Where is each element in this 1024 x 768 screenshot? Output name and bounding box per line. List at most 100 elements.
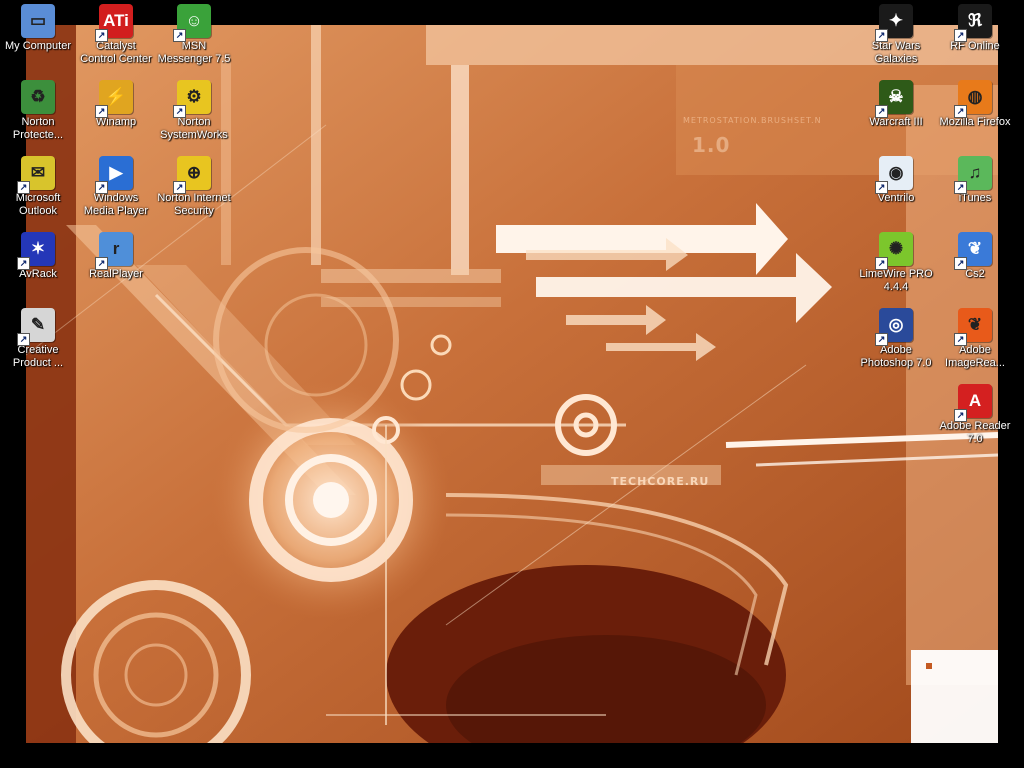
icon-label: Winamp: [95, 116, 137, 128]
norton-security-icon-glyph: ⊕: [186, 163, 202, 182]
adobe-reader-icon: A ↗: [954, 384, 992, 422]
shortcut-arrow-icon: ↗: [875, 257, 888, 270]
limewire-icon: ✺ ↗: [875, 232, 913, 270]
realplayer-icon: r ↗: [95, 232, 133, 270]
shortcut-arrow-icon: ↗: [954, 29, 967, 42]
media-player-icon-glyph: ▶: [109, 163, 123, 182]
icon-label: Star Wars Galaxies: [871, 40, 921, 65]
photoshop-icon-glyph: ◎: [888, 315, 904, 334]
icon-avrack[interactable]: ✶ ↗ AvRack: [0, 230, 76, 281]
recycle-bin-icon-glyph: ♻: [30, 87, 46, 106]
itunes-icon-glyph: ♫: [968, 163, 982, 182]
imageready-icon-glyph: ❦: [967, 315, 983, 334]
shortcut-arrow-icon: ↗: [954, 181, 967, 194]
rf-online-icon-glyph: ℜ: [968, 11, 982, 30]
icon-label: Mozilla Firefox: [939, 116, 1011, 128]
icon-catalyst[interactable]: ATi ↗ Catalyst Control Center: [78, 2, 154, 66]
wallpaper-brand-text: TECHCORE.RU: [611, 475, 710, 488]
adobe-reader-icon-glyph: A: [968, 391, 982, 410]
norton-systemworks-icon-glyph: ⚙: [186, 87, 202, 106]
icon-norton-protected[interactable]: ♻ Norton Protecte...: [0, 78, 76, 142]
creative-icon: ✎ ↗: [17, 308, 55, 346]
ati-icon-glyph: ATi: [103, 11, 129, 30]
icon-limewire[interactable]: ✺ ↗ LimeWire PRO 4.4.4: [858, 230, 934, 294]
warcraft-icon-glyph: ☠: [888, 87, 904, 106]
media-player-icon: ▶ ↗: [95, 156, 133, 194]
icon-my-computer[interactable]: ▭ My Computer: [0, 2, 76, 53]
icon-winamp[interactable]: ⚡ ↗ Winamp: [78, 78, 154, 129]
star-wars-icon: ✦ ↗: [875, 4, 913, 42]
shortcut-arrow-icon: ↗: [95, 257, 108, 270]
icon-label: Norton Protecte...: [12, 116, 64, 141]
wallpaper-top-text: METROSTATION.BRUSHSET.N: [683, 116, 822, 125]
realplayer-icon-glyph: r: [112, 239, 120, 258]
icon-label: Windows Media Player: [83, 192, 149, 217]
shortcut-arrow-icon: ↗: [875, 29, 888, 42]
icon-warcraft[interactable]: ☠ ↗ Warcraft III: [858, 78, 934, 129]
outlook-icon: ✉ ↗: [17, 156, 55, 194]
icon-star-wars-galaxies[interactable]: ✦ ↗ Star Wars Galaxies: [858, 2, 934, 66]
msn-icon-glyph: ☺: [185, 11, 203, 30]
shortcut-arrow-icon: ↗: [173, 29, 186, 42]
imageready-icon: ❦ ↗: [954, 308, 992, 346]
icon-ventrilo[interactable]: ◉ ↗ Ventrilo: [858, 154, 934, 205]
icon-norton-systemworks[interactable]: ⚙ ↗ Norton SystemWorks: [156, 78, 232, 142]
avrack-icon: ✶ ↗: [17, 232, 55, 270]
icon-realplayer[interactable]: r ↗ RealPlayer: [78, 230, 154, 281]
shortcut-arrow-icon: ↗: [95, 105, 108, 118]
warcraft-icon: ☠ ↗: [875, 80, 913, 118]
icon-mozilla-firefox[interactable]: ◍ ↗ Mozilla Firefox: [937, 78, 1013, 129]
star-wars-icon-glyph: ✦: [888, 11, 904, 30]
firefox-icon-glyph: ◍: [967, 87, 983, 106]
icon-norton-internet-security[interactable]: ⊕ ↗ Norton Internet Security: [156, 154, 232, 218]
itunes-icon: ♫ ↗: [954, 156, 992, 194]
icon-adobe-photoshop[interactable]: ◎ ↗ Adobe Photoshop 7.0: [858, 306, 934, 370]
icon-rf-online[interactable]: ℜ ↗ RF Online: [937, 2, 1013, 53]
icon-label: Creative Product ...: [12, 344, 64, 369]
icon-adobe-imageready[interactable]: ❦ ↗ Adobe ImageRea...: [937, 306, 1013, 370]
rf-online-icon: ℜ ↗: [954, 4, 992, 42]
icon-label: iTunes: [958, 192, 992, 204]
icon-label: Catalyst Control Center: [80, 40, 152, 65]
avrack-icon-glyph: ✶: [30, 239, 46, 258]
shortcut-arrow-icon: ↗: [17, 181, 30, 194]
icon-creative-product[interactable]: ✎ ↗ Creative Product ...: [0, 306, 76, 370]
wallpaper-version-text: 1.0: [692, 133, 731, 157]
shortcut-arrow-icon: ↗: [173, 181, 186, 194]
icon-label: Norton Internet Security: [157, 192, 231, 217]
icon-windows-media-player[interactable]: ▶ ↗ Windows Media Player: [78, 154, 154, 218]
icon-msn[interactable]: ☺ ↗ MSN Messenger 7.5: [156, 2, 232, 66]
shortcut-arrow-icon: ↗: [95, 29, 108, 42]
icon-cs2[interactable]: ❦ ↗ Cs2: [937, 230, 1013, 281]
msn-icon: ☺ ↗: [173, 4, 211, 42]
outlook-icon-glyph: ✉: [30, 163, 46, 182]
icon-label: Ventrilo: [877, 192, 915, 204]
computer-icon-glyph: ▭: [29, 11, 47, 30]
creative-icon-glyph: ✎: [30, 315, 46, 334]
recycle-bin-icon: ♻: [21, 80, 55, 114]
shortcut-arrow-icon: ↗: [954, 409, 967, 422]
shortcut-arrow-icon: ↗: [95, 181, 108, 194]
shortcut-arrow-icon: ↗: [875, 181, 888, 194]
shortcut-arrow-icon: ↗: [17, 257, 30, 270]
computer-icon: ▭: [21, 4, 55, 38]
winamp-icon: ⚡ ↗: [95, 80, 133, 118]
ventrilo-icon-glyph: ◉: [888, 163, 904, 182]
icon-label: AvRack: [19, 268, 57, 280]
icon-label: My Computer: [4, 40, 72, 52]
icon-label: Adobe ImageRea...: [945, 344, 1005, 369]
icon-label: Adobe Reader 7.0: [939, 420, 1011, 445]
firefox-icon: ◍ ↗: [954, 80, 992, 118]
ventrilo-icon: ◉ ↗: [875, 156, 913, 194]
icon-itunes[interactable]: ♫ ↗ iTunes: [937, 154, 1013, 205]
icon-label: RealPlayer: [89, 268, 143, 280]
icon-adobe-reader[interactable]: A ↗ Adobe Reader 7.0: [937, 382, 1013, 446]
icon-microsoft-outlook[interactable]: ✉ ↗ Microsoft Outlook: [0, 154, 76, 218]
shortcut-arrow-icon: ↗: [17, 333, 30, 346]
norton-systemworks-icon: ⚙ ↗: [173, 80, 211, 118]
icon-label: LimeWire PRO 4.4.4: [859, 268, 933, 293]
icon-label: Norton SystemWorks: [160, 116, 228, 141]
icon-label: MSN Messenger 7.5: [157, 40, 231, 65]
shortcut-arrow-icon: ↗: [875, 333, 888, 346]
cs2-feather-icon: ❦ ↗: [954, 232, 992, 270]
